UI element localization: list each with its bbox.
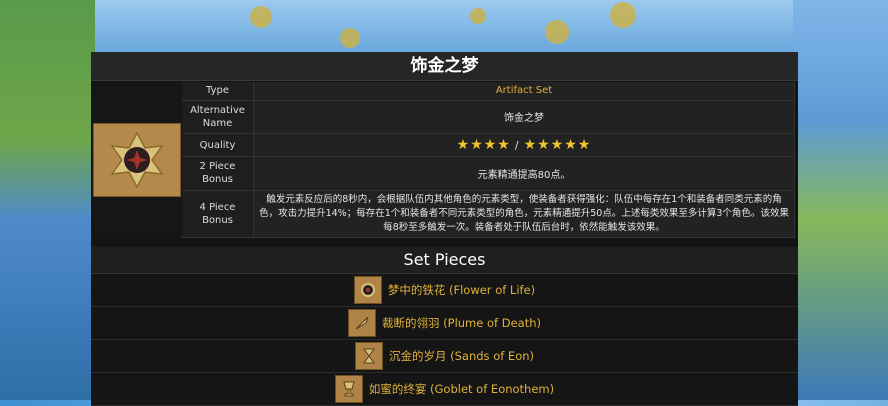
- goblet-icon: [334, 375, 363, 403]
- set-piece-item[interactable]: 沉金的岁月 (Sands of Eon): [91, 340, 798, 373]
- set-piece-label[interactable]: 裁断的翎羽 (Plume of Death): [382, 315, 541, 331]
- set-piece-label[interactable]: 梦中的铁花 (Flower of Life): [388, 282, 535, 298]
- background-top: [95, 0, 793, 52]
- background-tree: [470, 8, 486, 24]
- set-piece-item[interactable]: 裁断的翎羽 (Plume of Death): [91, 307, 798, 340]
- artifact-info: Type Artifact Set Alternative Name 饰金之梦 …: [91, 82, 798, 239]
- background-right: [793, 0, 888, 400]
- set-pieces-heading: Set Pieces: [91, 247, 798, 274]
- quality-stars-low: ★★★★: [456, 137, 511, 154]
- quality-stars-high: ★★★★★: [523, 137, 592, 154]
- bonus4-value: 触发元素反应后的8秒内，会根据队伍内其他角色的元素类型，使装备者获得强化：队伍中…: [253, 190, 795, 239]
- artifact-panel: 饰金之梦 Type Artifact Set Alternative Name …: [91, 52, 798, 406]
- background-tree: [610, 2, 636, 28]
- type-value[interactable]: Artifact Set: [253, 82, 795, 101]
- set-piece-label[interactable]: 沉金的岁月 (Sands of Eon): [389, 348, 534, 364]
- quality-separator: /: [514, 139, 520, 153]
- set-piece-item[interactable]: 如蜜的终宴 (Goblet of Eonothem): [91, 373, 798, 406]
- page-title: 饰金之梦: [91, 52, 798, 81]
- background-tree: [250, 6, 272, 28]
- artifact-image-cell: [91, 82, 182, 238]
- background-tree: [545, 20, 569, 44]
- flower-icon: [353, 276, 382, 304]
- bonus4-label: 4 Piece Bonus: [182, 190, 254, 239]
- bonus2-label: 2 Piece Bonus: [182, 156, 254, 191]
- set-piece-item[interactable]: 梦中的铁花 (Flower of Life): [91, 274, 798, 307]
- artifact-image: [92, 123, 181, 197]
- properties-table: Type Artifact Set Alternative Name 饰金之梦 …: [182, 82, 795, 239]
- quality-label: Quality: [182, 133, 254, 158]
- set-piece-label[interactable]: 如蜜的终宴 (Goblet of Eonothem): [369, 381, 554, 397]
- type-label: Type: [182, 82, 254, 101]
- sands-icon: [354, 342, 383, 370]
- background-tree: [340, 28, 360, 48]
- bonus2-value: 元素精通提高80点。: [253, 156, 795, 191]
- quality-value: ★★★★ / ★★★★★: [253, 133, 795, 158]
- altname-label: Alternative Name: [182, 100, 254, 134]
- plume-icon: [348, 309, 376, 337]
- artifact-flower-icon: [109, 131, 164, 189]
- background-left: [0, 0, 95, 400]
- altname-value: 饰金之梦: [253, 100, 795, 134]
